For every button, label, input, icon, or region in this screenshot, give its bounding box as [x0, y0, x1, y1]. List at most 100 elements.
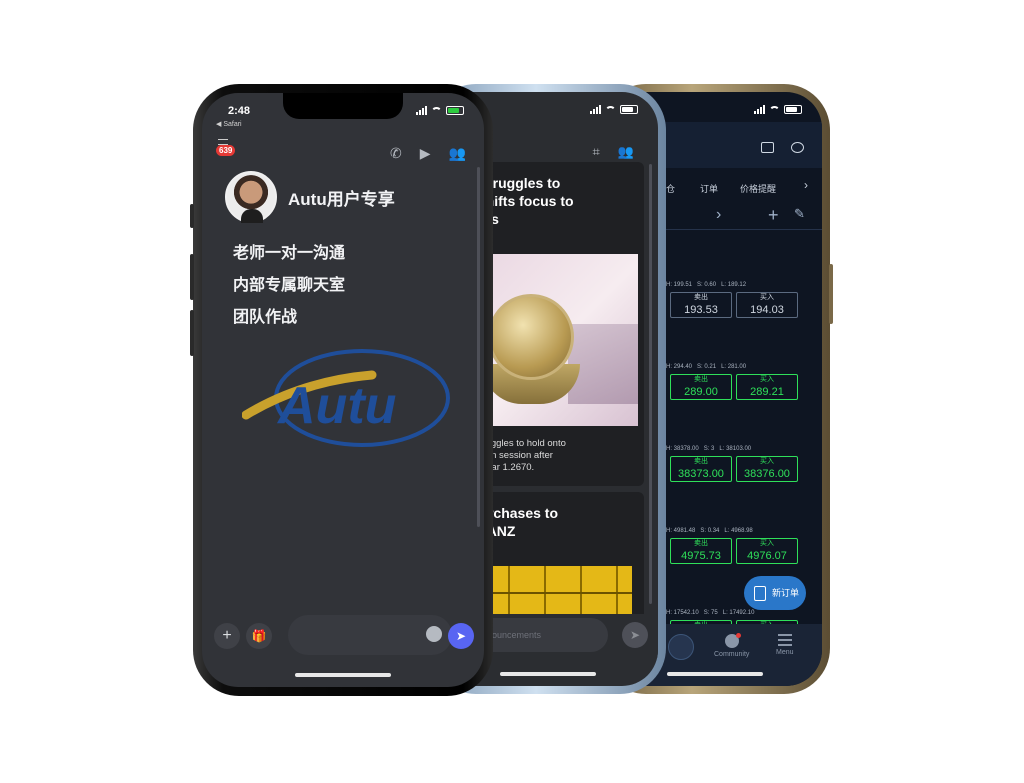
- buy-price: 289.21: [750, 386, 784, 398]
- quote-range: H: 38378.00 S: 3 L: 38103.00: [666, 446, 806, 452]
- channel-actions: ⌗ 👥: [592, 144, 634, 160]
- quote-spread: S: 3: [703, 446, 715, 452]
- quote-range: H: 4981.48 S: 0.34 L: 4968.98: [666, 528, 806, 534]
- home-indicator: [295, 673, 391, 677]
- add-icon[interactable]: +: [768, 205, 779, 226]
- logo-text: Autu: [276, 377, 396, 435]
- sell-button[interactable]: 卖出 289.00: [670, 374, 732, 400]
- quote-high: H: 4981.48: [666, 528, 696, 534]
- quote-low: L: 38103.00: [719, 446, 752, 452]
- buy-label: 买入: [760, 458, 774, 465]
- tab-price-alerts[interactable]: 价格提醒: [740, 182, 776, 195]
- feature-item: 内部专属聊天室: [233, 277, 346, 294]
- buy-label: 买入: [760, 376, 774, 383]
- chevron-right-icon[interactable]: ›: [716, 206, 721, 224]
- phone-call-icon[interactable]: ✆: [390, 145, 402, 162]
- quote-range: H: 294.40 S: 0.21 L: 281.00: [666, 364, 806, 370]
- members-icon[interactable]: 👥: [449, 145, 466, 162]
- community-icon: [724, 633, 741, 648]
- quote-spread: S: 0.34: [700, 528, 720, 534]
- nav-community[interactable]: Community: [714, 633, 750, 658]
- buy-button[interactable]: 买入 194.03: [736, 292, 798, 318]
- back-to-app[interactable]: ◀ Safari: [216, 120, 242, 128]
- feature-item: 团队作战: [233, 309, 298, 326]
- feature-item: 老师一对一沟通: [233, 245, 346, 262]
- channel-title: Autu用户专享: [288, 190, 395, 209]
- menu-icon: [777, 634, 792, 646]
- tab-orders[interactable]: 订单: [700, 182, 718, 195]
- quote-low: L: 4968.98: [724, 528, 753, 534]
- avatar[interactable]: [225, 171, 277, 223]
- quote-low: L: 17492.10: [722, 610, 755, 616]
- buy-button[interactable]: 买入 38376.00: [736, 456, 798, 482]
- unread-badge: 639: [216, 145, 236, 156]
- wifi-icon: [769, 105, 780, 114]
- autu-logo: Autu: [241, 343, 452, 453]
- buy-price: 194.03: [750, 304, 784, 316]
- signal-icon: [754, 105, 765, 114]
- edit-icon[interactable]: ✎: [794, 206, 805, 222]
- video-call-icon[interactable]: ▶: [420, 145, 431, 162]
- sell-label: 卖出: [694, 294, 708, 301]
- scrollbar[interactable]: [477, 167, 480, 527]
- buy-label: 买入: [760, 294, 774, 301]
- nav-menu[interactable]: Menu: [776, 634, 794, 656]
- battery-icon: [784, 105, 802, 114]
- sell-label: 卖出: [694, 458, 708, 465]
- call-actions: ✆ ▶ 👥: [390, 145, 466, 162]
- status-time: 2:48: [228, 105, 251, 117]
- home-indicator: [667, 672, 763, 676]
- sell-button[interactable]: 卖出 4975.73: [670, 538, 732, 564]
- quote-spread: S: 0.21: [697, 364, 717, 370]
- help-icon[interactable]: [791, 142, 804, 153]
- quote-range: H: 17542.10 S: 75 L: 17492.10: [666, 610, 806, 616]
- status-icons: [590, 105, 638, 114]
- battery-icon: [620, 105, 638, 114]
- quote-range: H: 199.51 S: 0.60 L: 189.12: [666, 282, 806, 288]
- buy-button[interactable]: 买入 289.21: [736, 374, 798, 400]
- home-indicator: [500, 672, 596, 676]
- trade-icon: [668, 634, 694, 660]
- chat-screen: 2:48 ◀ Safari 639 ✆ ▶ 👥 Autu用户专享 老师一对一沟通…: [202, 93, 484, 687]
- sell-label: 卖出: [694, 376, 708, 383]
- signal-icon: [416, 106, 427, 115]
- chevron-right-icon[interactable]: ›: [804, 178, 808, 192]
- members-icon[interactable]: 👥: [618, 144, 634, 160]
- sell-button[interactable]: 卖出 38373.00: [670, 456, 732, 482]
- add-attachment-button[interactable]: +: [214, 623, 240, 649]
- gift-icon[interactable]: 🎁: [246, 623, 272, 649]
- buy-price: 38376.00: [744, 468, 790, 480]
- new-order-button[interactable]: 新订单: [744, 576, 806, 610]
- quote-high: H: 17542.10: [666, 610, 699, 616]
- send-button[interactable]: ➤: [448, 623, 474, 649]
- quote-high: H: 294.40: [666, 364, 693, 370]
- sell-button[interactable]: 卖出 193.53: [670, 292, 732, 318]
- chat-icon[interactable]: [761, 142, 774, 153]
- sell-price: 193.53: [684, 304, 718, 316]
- quote-spread: S: 0.60: [697, 282, 717, 288]
- sell-price: 38373.00: [678, 468, 724, 480]
- buy-button[interactable]: 买入 4976.07: [736, 538, 798, 564]
- quote-low: L: 281.00: [721, 364, 747, 370]
- nav-menu-label: Menu: [776, 649, 794, 656]
- wifi-icon: [605, 105, 616, 114]
- nav-community-label: Community: [714, 651, 750, 658]
- scrollbar[interactable]: [649, 164, 652, 604]
- threads-icon[interactable]: ⌗: [592, 144, 599, 160]
- wifi-icon: [431, 106, 442, 115]
- message-input[interactable]: [288, 615, 452, 655]
- volume-down-button: [190, 310, 194, 356]
- send-button[interactable]: ➤: [622, 622, 648, 648]
- status-icons: [754, 105, 802, 114]
- chat-phone: 2:48 ◀ Safari 639 ✆ ▶ 👥 Autu用户专享 老师一对一沟通…: [190, 84, 493, 696]
- emoji-icon[interactable]: [426, 626, 442, 642]
- sell-price: 4975.73: [681, 550, 721, 562]
- sell-label: 卖出: [694, 540, 708, 547]
- silent-switch: [190, 204, 194, 228]
- pound-coin: [488, 294, 574, 380]
- sell-price: 289.00: [684, 386, 718, 398]
- tab-positions[interactable]: 仓: [666, 182, 675, 195]
- volume-up-button: [190, 254, 194, 300]
- message-bar: + 🎁 ➤: [202, 615, 484, 659]
- nav-trade[interactable]: [668, 634, 694, 663]
